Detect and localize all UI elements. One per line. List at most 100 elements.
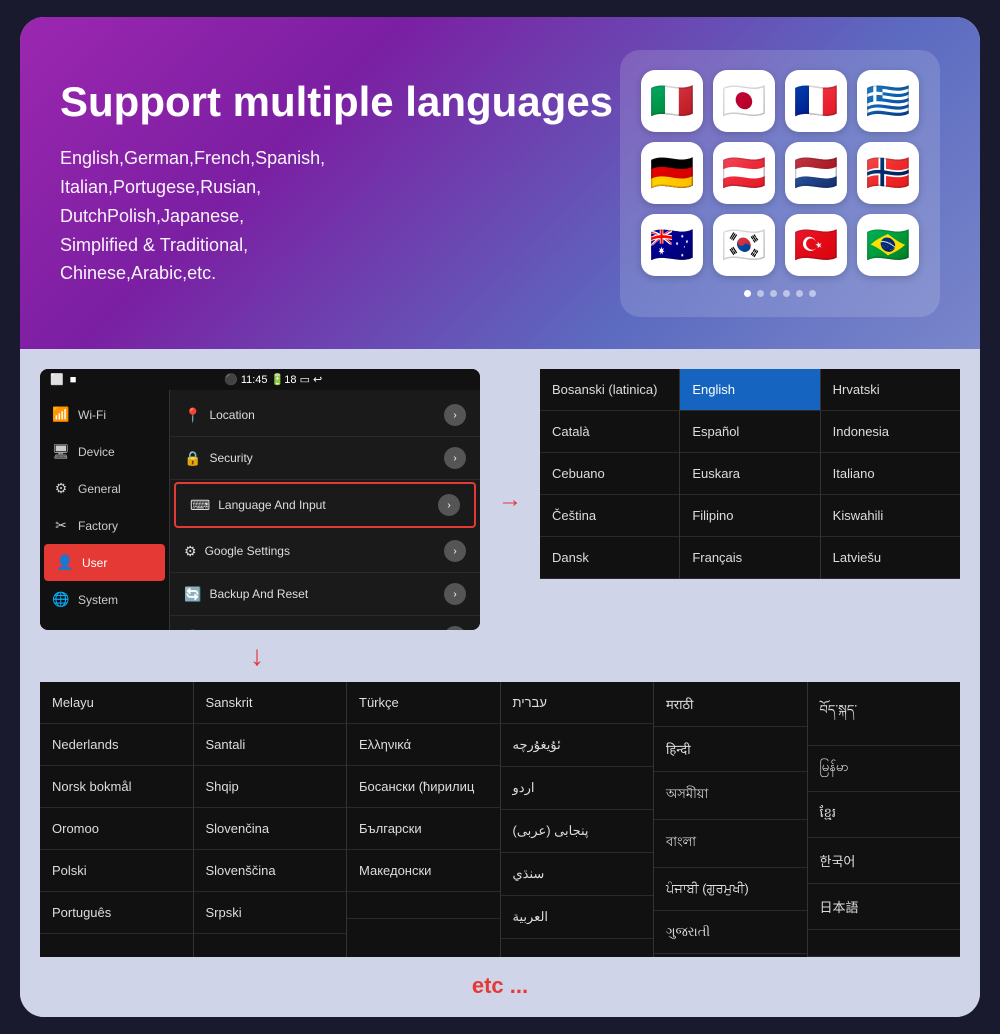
settings-security-label: Security [209, 451, 252, 465]
sidebar-item-wifi[interactable]: 📶 Wi-Fi [40, 396, 169, 433]
general-icon: ⚙ [52, 480, 70, 497]
lang-cestina[interactable]: Čeština [540, 495, 679, 537]
sidebar-item-general[interactable]: ⚙ General [40, 470, 169, 507]
flags-row-1: 🇮🇹 🇯🇵 🇫🇷 🇬🇷 [640, 70, 920, 132]
sidebar-item-system[interactable]: 🌐 System [40, 581, 169, 618]
lang-punjabi-gurmukhi[interactable]: ਪੰਜਾਬੀ (ਗੁਰਮੁਖੀ) [654, 868, 807, 911]
settings-google-left: ⚙ Google Settings [184, 543, 290, 560]
account-icon: 👤 [184, 629, 201, 631]
lang-kiswahili[interactable]: Kiswahili [821, 495, 960, 537]
lang-assamese[interactable]: অসমীয়া [654, 772, 807, 820]
settings-backup-left: 🔄 Backup And Reset [184, 586, 308, 603]
main-card: Support multiple languages English,Germa… [20, 17, 980, 1017]
lang-hindi[interactable]: हिन्दी [654, 727, 807, 772]
lang-korean[interactable]: 한국어 [808, 838, 961, 884]
lang-catala[interactable]: Català [540, 411, 679, 453]
bottom-language-grid: Melayu Nederlands Norsk bokmål Oromoo Po… [40, 682, 960, 957]
lang-norsk[interactable]: Norsk bokmål [40, 766, 193, 808]
lang-sanskrit[interactable]: Sanskrit [194, 682, 347, 724]
lang-santali[interactable]: Santali [194, 724, 347, 766]
settings-google[interactable]: ⚙ Google Settings › [170, 530, 480, 573]
lang-tibetan[interactable]: བོད་སྐད་ [808, 682, 961, 746]
lang-oromoo[interactable]: Oromoo [40, 808, 193, 850]
lang-nederlands[interactable]: Nederlands [40, 724, 193, 766]
lang-english[interactable]: English [680, 369, 819, 411]
lang-bosanski[interactable]: Bosanski (latinica) [540, 369, 679, 411]
settings-google-label: Google Settings [205, 544, 290, 558]
lang-hebrew[interactable]: עברית [501, 682, 654, 724]
lang-empty-3 [347, 892, 500, 919]
bottom-lang-col-1: Melayu Nederlands Norsk bokmål Oromoo Po… [40, 682, 194, 957]
lang-filipino[interactable]: Filipino [680, 495, 819, 537]
sidebar-item-device[interactable]: 🖥 Device [40, 433, 169, 470]
lang-sindhi[interactable]: سنڌي [501, 853, 654, 896]
lang-myanmar[interactable]: မြန်မာ [808, 746, 961, 792]
user-icon: 👤 [56, 554, 74, 571]
lang-indonesia[interactable]: Indonesia [821, 411, 960, 453]
lang-arabic[interactable]: العربية [501, 896, 654, 939]
lang-cebuano[interactable]: Cebuano [540, 453, 679, 495]
lang-shqip[interactable]: Shqip [194, 766, 347, 808]
lang-francais[interactable]: Français [680, 537, 819, 579]
flag-brazil: 🇧🇷 [857, 214, 919, 276]
flag-italy: 🇮🇹 [641, 70, 703, 132]
lang-khmer[interactable]: ខ្មែរ [808, 792, 961, 838]
language-icon: ⌨ [190, 497, 210, 514]
pagination-dots [640, 290, 920, 297]
right-arrow: → [492, 486, 528, 514]
settings-backup[interactable]: 🔄 Backup And Reset › [170, 573, 480, 616]
lang-melayu[interactable]: Melayu [40, 682, 193, 724]
lang-srpski[interactable]: Srpski [194, 892, 347, 934]
lang-latviesu[interactable]: Latviešu [821, 537, 960, 579]
lang-turkce[interactable]: Türkçe [347, 682, 500, 724]
dot-1 [744, 290, 751, 297]
lang-greek[interactable]: Ελληνικά [347, 724, 500, 766]
bottom-section: ⬜ ■ ⚫ 11:45 🔋18 ▭ ↩ 📶 Wi-Fi 🖥 [20, 349, 980, 1017]
lang-punjabi-arabic[interactable]: پنجابی (عربی) [501, 810, 654, 853]
settings-location[interactable]: 📍 Location › [170, 394, 480, 437]
lang-espanol[interactable]: Español [680, 411, 819, 453]
chevron-icon: › [444, 583, 466, 605]
lang-empty-6 [808, 930, 961, 957]
sidebar-general-label: General [78, 482, 121, 496]
bottom-lang-col-4: עברית ئۇيغۇرچە اردو پنجابی (عربی) سنڌي ا… [501, 682, 655, 957]
lang-uyghur[interactable]: ئۇيغۇرچە [501, 724, 654, 767]
lang-italiano[interactable]: Italiano [821, 453, 960, 495]
flag-germany: 🇩🇪 [641, 142, 703, 204]
lang-japanese[interactable]: 日本語 [808, 884, 961, 930]
lang-bosanski-cyrillic[interactable]: Босански (ћирилиц [347, 766, 500, 808]
flag-greece: 🇬🇷 [857, 70, 919, 132]
statusbar-time: ⚫ 11:45 🔋18 ▭ ↩ [224, 373, 322, 386]
flags-row-3: 🇦🇺 🇰🇷 🇹🇷 🇧🇷 [640, 214, 920, 276]
lang-bulgarski[interactable]: Български [347, 808, 500, 850]
lang-slovencina[interactable]: Slovenčina [194, 808, 347, 850]
security-icon: 🔒 [184, 450, 201, 467]
settings-account[interactable]: 👤 Account › [170, 616, 480, 630]
chevron-icon: › [444, 540, 466, 562]
lang-dansk[interactable]: Dansk [540, 537, 679, 579]
flag-korea: 🇰🇷 [713, 214, 775, 276]
lang-polski[interactable]: Polski [40, 850, 193, 892]
settings-backup-label: Backup And Reset [209, 587, 308, 601]
settings-language[interactable]: ⌨ Language And Input › [174, 482, 476, 528]
lang-gujarati[interactable]: ગુજરાતી [654, 911, 807, 954]
lang-bengali[interactable]: বাংলা [654, 820, 807, 868]
sidebar-user-label: User [82, 556, 107, 570]
lang-slovenscina[interactable]: Slovenščina [194, 850, 347, 892]
dot-3 [770, 290, 777, 297]
sidebar-item-user[interactable]: 👤 User [44, 544, 165, 581]
lang-portugues[interactable]: Português [40, 892, 193, 934]
dot-2 [757, 290, 764, 297]
top-text: Support multiple languages English,Germa… [60, 78, 620, 288]
lang-euskara[interactable]: Euskara [680, 453, 819, 495]
down-arrow-row: ↓ [40, 642, 960, 670]
lang-hrvatski[interactable]: Hrvatski [821, 369, 960, 411]
settings-security[interactable]: 🔒 Security › [170, 437, 480, 480]
settings-location-left: 📍 Location [184, 407, 255, 424]
lang-makedonski[interactable]: Македонски [347, 850, 500, 892]
sidebar-item-factory[interactable]: ✂ Factory [40, 507, 169, 544]
lang-urdu[interactable]: اردو [501, 767, 654, 810]
flag-austria: 🇦🇹 [713, 142, 775, 204]
bottom-lang-col-6: བོད་སྐད་ မြန်မာ ខ្មែរ 한국어 日本語 [808, 682, 961, 957]
lang-marathi[interactable]: मराठी [654, 682, 807, 727]
